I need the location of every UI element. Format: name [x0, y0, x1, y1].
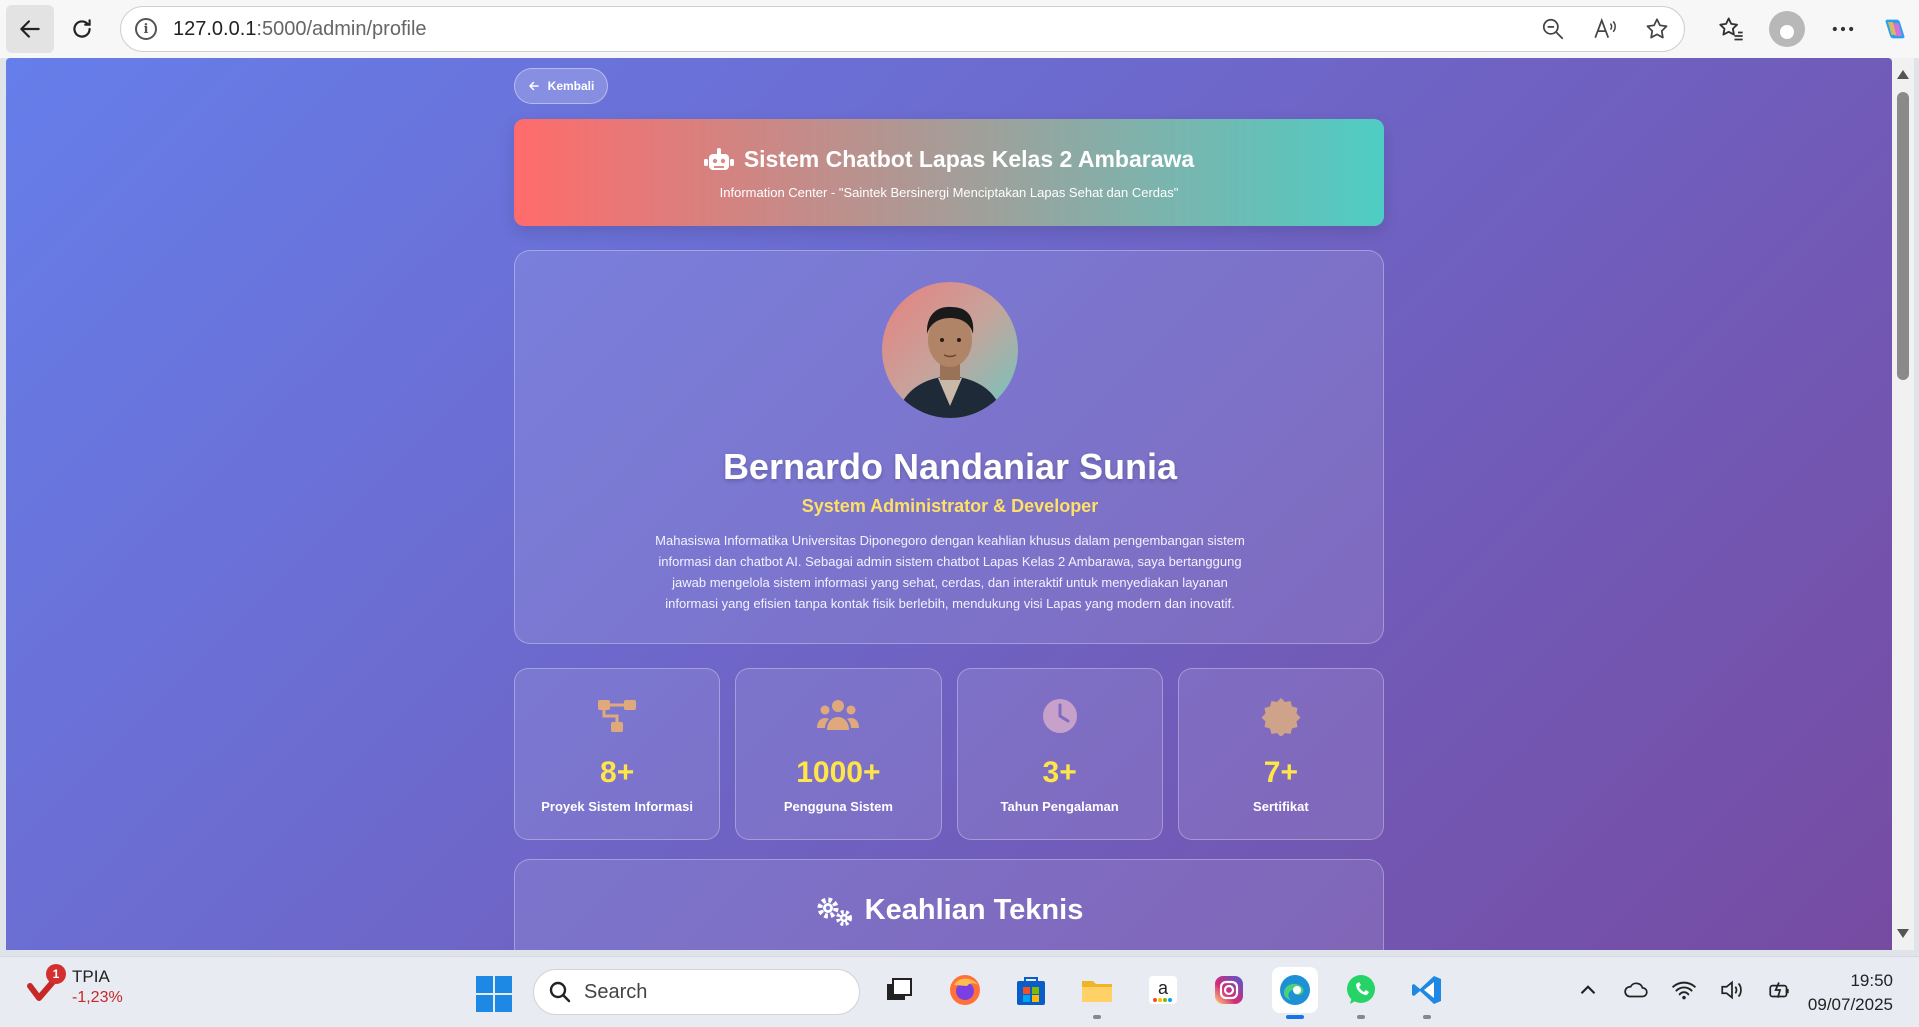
stat-label: Sertifikat	[1253, 799, 1309, 814]
whatsapp-icon[interactable]	[1338, 967, 1384, 1019]
browser-toolbar: i 127.0.0.1:5000/admin/profile	[0, 0, 1919, 58]
system-tray	[1575, 977, 1793, 1003]
instagram-icon[interactable]	[1206, 967, 1252, 1013]
profile-card: Bernardo Nandaniar Sunia System Administ…	[514, 250, 1384, 644]
stock-chart-icon: 1	[26, 964, 66, 1006]
volume-icon[interactable]	[1719, 977, 1745, 1003]
back-nav-button[interactable]	[6, 5, 54, 53]
site-info-icon[interactable]: i	[135, 18, 157, 40]
onedrive-cloud-icon[interactable]	[1623, 977, 1649, 1003]
windows-start-icon[interactable]	[476, 976, 512, 1012]
page-scrollbar[interactable]	[1892, 58, 1914, 950]
cogs-icon	[817, 897, 852, 926]
zoom-out-icon[interactable]	[1540, 16, 1566, 42]
header-banner: Sistem Chatbot Lapas Kelas 2 Ambarawa In…	[514, 119, 1384, 226]
stat-value: 8+	[600, 756, 635, 789]
taskbar-search[interactable]: Search	[533, 969, 860, 1015]
users-icon	[817, 700, 860, 730]
profile-role: System Administrator & Developer	[801, 496, 1099, 516]
stat-card-certificates: 7+ Sertifikat	[1177, 668, 1384, 840]
stat-card-experience: 3+ Tahun Pengalaman	[956, 668, 1163, 840]
back-button-label: Kembali	[547, 79, 595, 93]
search-icon	[549, 981, 571, 1003]
scroll-down-icon[interactable]	[1897, 929, 1909, 938]
scroll-up-icon[interactable]	[1897, 70, 1909, 79]
stat-value: 1000+	[796, 756, 881, 789]
battery-charging-icon[interactable]	[1767, 977, 1793, 1003]
reload-icon	[73, 19, 91, 38]
stat-label: Tahun Pengalaman	[1000, 799, 1119, 814]
stat-value: 3+	[1042, 756, 1077, 789]
page-viewport: Kembali Sistem Chatbot Lapas Kelas 2 Amb…	[6, 58, 1892, 950]
clock-icon	[1042, 699, 1077, 733]
header-subtitle: Information Center - "Saintek Bersinergi…	[719, 185, 1179, 200]
arrow-left-icon	[528, 81, 539, 91]
file-explorer-icon[interactable]	[1074, 967, 1120, 1019]
certificate-icon	[1261, 698, 1301, 736]
stock-ticker: TPIA	[72, 967, 110, 986]
stock-widget[interactable]: 1 TPIA -1,23%	[26, 964, 123, 1007]
stat-label: Proyek Sistem Informasi	[541, 799, 693, 814]
amazon-icon[interactable]: a	[1140, 967, 1186, 1013]
svg-text:a: a	[1158, 978, 1169, 998]
arrow-left-icon	[20, 20, 40, 38]
search-placeholder: Search	[584, 980, 648, 1003]
edge-browser-icon[interactable]	[1272, 967, 1318, 1019]
system-clock[interactable]: 19:50 09/07/2025	[1808, 969, 1893, 1017]
read-aloud-icon[interactable]	[1592, 16, 1618, 42]
scrollbar-thumb[interactable]	[1897, 92, 1909, 380]
profile-bio: Mahasiswa Informatika Universitas Dipone…	[655, 533, 1245, 611]
stats-row: 8+ Proyek Sistem Informasi 1000+ Penggun…	[514, 668, 1384, 840]
sitemap-icon	[598, 700, 637, 732]
stock-change: -1,23%	[72, 989, 123, 1006]
microsoft-store-icon[interactable]	[1008, 967, 1054, 1013]
stat-value: 7+	[1263, 756, 1298, 789]
firefox-icon[interactable]	[942, 967, 988, 1013]
favorites-icon[interactable]	[1717, 15, 1745, 43]
url-text[interactable]: 127.0.0.1:5000/admin/profile	[173, 18, 427, 41]
header-title: Sistem Chatbot Lapas Kelas 2 Ambarawa	[514, 146, 1384, 173]
copilot-icon[interactable]	[1881, 15, 1909, 43]
profile-avatar-icon[interactable]	[1769, 11, 1805, 47]
task-view-icon[interactable]	[876, 967, 922, 1013]
more-options-icon[interactable]	[1829, 15, 1857, 43]
reload-button[interactable]	[58, 5, 106, 53]
stock-badge: 1	[46, 964, 66, 984]
stat-card-users: 1000+ Pengguna Sistem	[735, 668, 942, 840]
stat-card-projects: 8+ Proyek Sistem Informasi	[514, 668, 721, 840]
vscode-icon[interactable]	[1404, 967, 1450, 1019]
clock-date: 09/07/2025	[1807, 995, 1893, 1014]
skills-title: Keahlian Teknis	[515, 894, 1383, 927]
profile-name: Bernardo Nandaniar Sunia	[722, 446, 1178, 487]
profile-photo	[882, 282, 1018, 418]
chevron-up-icon[interactable]	[1575, 977, 1601, 1003]
skills-section: Keahlian Teknis	[514, 859, 1384, 950]
clock-time: 19:50	[1850, 971, 1893, 990]
address-bar[interactable]: i 127.0.0.1:5000/admin/profile	[120, 6, 1685, 52]
wifi-icon[interactable]	[1671, 977, 1697, 1003]
stat-label: Pengguna Sistem	[783, 799, 893, 814]
favorite-star-icon[interactable]	[1644, 16, 1670, 42]
robot-icon	[703, 147, 734, 170]
windows-taskbar: 1 TPIA -1,23% Search a 19:50 09/07/2025	[0, 956, 1919, 1027]
back-button[interactable]: Kembali	[514, 68, 608, 104]
